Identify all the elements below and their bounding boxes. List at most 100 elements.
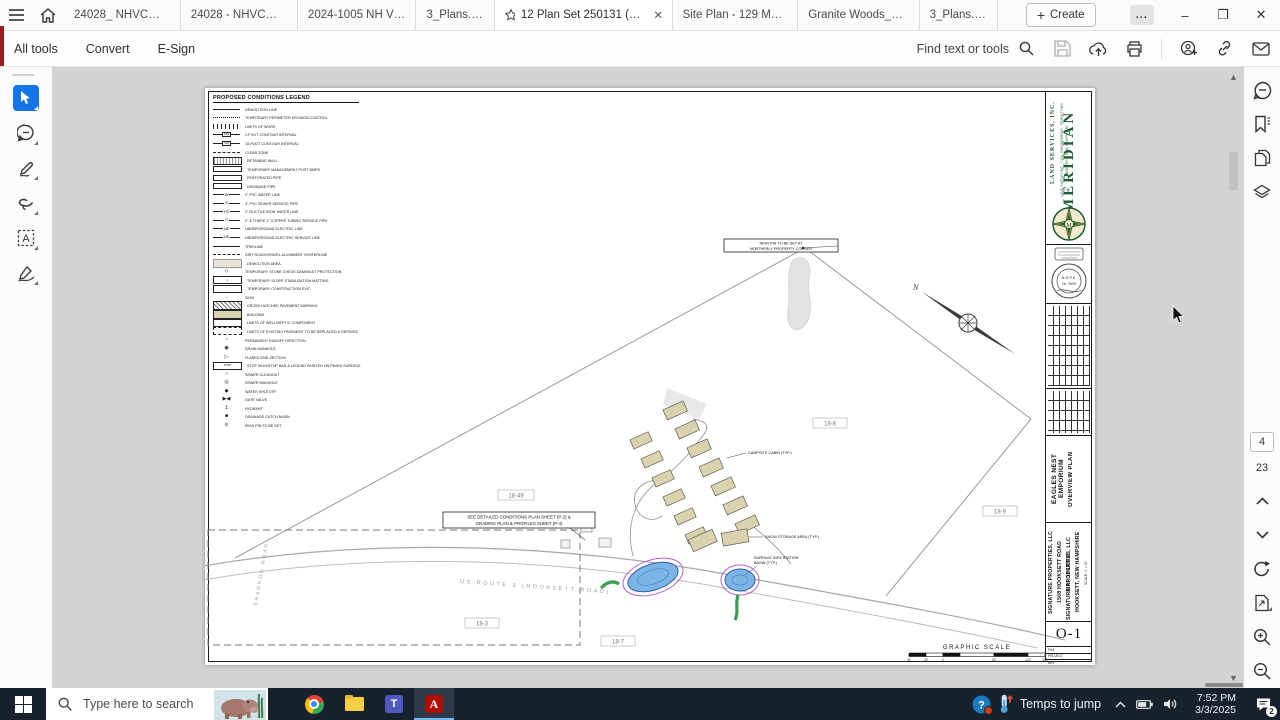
taskbar-search-box[interactable]	[46, 688, 268, 720]
legend-symbol: ◇	[213, 268, 240, 275]
scroll-up-arrow[interactable]: ▲	[1227, 70, 1240, 83]
close-tab-icon[interactable]: ✕	[653, 8, 661, 22]
pdf-page[interactable]: PROPOSED CONDITIONS LEGEND DEMOLITION LI…	[205, 88, 1095, 665]
toolbar-divider	[1161, 39, 1162, 59]
lasso-tool-button[interactable]	[13, 190, 39, 216]
start-button[interactable]	[0, 688, 46, 720]
next-page-button[interactable]	[1252, 525, 1272, 545]
legend-symbol	[213, 157, 242, 165]
taskbar-teams-button[interactable]: T	[374, 688, 414, 720]
zoom-in-button[interactable]	[1252, 627, 1272, 647]
email-button[interactable]	[1251, 39, 1270, 58]
search-input[interactable]	[81, 696, 225, 712]
request-signatures-button[interactable]	[1179, 39, 1198, 58]
legend-row: ⊙ IRON PIN TO BE SET	[213, 421, 381, 430]
zoom-out-button[interactable]	[1252, 661, 1272, 681]
volume-icon[interactable]	[1163, 698, 1177, 710]
taskbar-acrobat-button[interactable]: A	[414, 688, 454, 720]
document-canvas[interactable]: PROPOSED CONDITIONS LEGEND DEMOLITION LI…	[52, 66, 1228, 688]
legend-row: DEMOLITION LINE	[213, 105, 381, 114]
select-tool-button[interactable]	[13, 85, 39, 111]
draw-tool-button[interactable]	[13, 155, 39, 181]
legend-row: DEMOLITION AREA	[213, 259, 381, 268]
find-text-or-tools[interactable]: Find text or tools	[917, 39, 1036, 58]
help-tray-button[interactable]: ?	[965, 688, 999, 720]
vertical-scrollbar[interactable]: ▲ ▼	[1227, 66, 1240, 688]
taskbar-clock[interactable]: 7:52 PM 3/3/2025	[1195, 692, 1236, 716]
weather-widget[interactable]: Temps to jump	[999, 694, 1101, 714]
tab-document-6[interactable]: Site Plan - 129 Merr...	[673, 0, 799, 30]
legend-row: ○ SEWER CLEANOUT	[213, 370, 381, 379]
legend-row: RETAINING WALL	[213, 156, 381, 165]
home-button[interactable]	[32, 0, 64, 30]
tab-document-5-active[interactable]: 12 Plan Set 250131 (Redu... ✕	[495, 0, 673, 30]
weather-label: Temps to jump	[1020, 697, 1101, 711]
app-menu-button[interactable]	[0, 0, 32, 30]
more-options-button[interactable]: ...	[1130, 5, 1154, 25]
svg-text:SHANNON ROAD: SHANNON ROAD	[253, 541, 270, 606]
rotate-page-button[interactable]	[1252, 559, 1272, 579]
legend-symbol: 100	[213, 131, 240, 138]
esign-menu[interactable]: E-Sign	[158, 42, 196, 56]
tab-document-1[interactable]: 24028_ NHVCW -...	[64, 0, 181, 30]
close-button[interactable]: ✕	[1242, 0, 1280, 30]
legend-row: ◉ DRAIN MANHOLE	[213, 344, 381, 353]
svg-text:US ROUTE 3 (HOOKSETT ROAD): US ROUTE 3 (HOOKSETT ROAD)	[460, 579, 611, 596]
bookmarks-panel-button[interactable]	[1252, 114, 1272, 134]
layers-panel-button[interactable]	[1252, 182, 1272, 202]
scrollbar-thumb[interactable]	[1229, 152, 1238, 190]
legend-row: 110 10-FOOT CONTOUR INTERVAL	[213, 139, 381, 148]
legend-row: LIMITS OF WORK	[213, 122, 381, 131]
lasso-loop-icon	[17, 196, 35, 211]
legend-row: ◆ WATER SHUTOFF	[213, 387, 381, 396]
home-icon	[40, 8, 56, 23]
taskbar-file-explorer-button[interactable]	[334, 688, 374, 720]
tab-document-8[interactable]: 3_Plans.pdf	[920, 0, 998, 30]
legend-symbol: ▷	[213, 354, 240, 361]
create-button[interactable]: + Create	[1026, 3, 1096, 27]
legend-symbol: UE	[213, 225, 240, 232]
battery-icon[interactable]	[1136, 700, 1153, 709]
minimize-button[interactable]: –	[1166, 0, 1204, 30]
fill-sign-tool-button[interactable]	[13, 260, 39, 286]
legend-symbol: S	[213, 200, 240, 207]
svg-text:18-9: 18-9	[994, 510, 1007, 516]
tray-chevron-icon[interactable]	[1115, 701, 1126, 708]
save-button[interactable]	[1053, 39, 1072, 58]
comments-panel-button[interactable]	[1252, 80, 1272, 100]
convert-menu[interactable]: Convert	[86, 42, 130, 56]
all-tools-menu[interactable]: All tools	[14, 42, 58, 56]
restore-button[interactable]: ❐	[1204, 0, 1242, 30]
cloud-upload-button[interactable]	[1089, 39, 1108, 58]
horizontal-scrollbar-thumb[interactable]	[1205, 683, 1243, 687]
comment-tool-button[interactable]	[13, 120, 39, 146]
page-thumbnails-button[interactable]	[1252, 148, 1272, 168]
legend-symbol: ◆	[213, 388, 240, 395]
legend-row: → SIGN	[213, 293, 381, 302]
svg-text:BASIN (TYP.): BASIN (TYP.)	[754, 561, 778, 565]
svg-text:30: 30	[924, 658, 928, 662]
teams-icon: T	[385, 695, 403, 713]
legend-symbol	[213, 106, 240, 113]
taskbar-chrome-button[interactable]	[294, 688, 334, 720]
fit-page-button[interactable]	[1252, 593, 1272, 613]
current-page-input[interactable]: 4	[1250, 432, 1274, 452]
search-highlight-hippo-image[interactable]	[214, 690, 266, 720]
time-label: 7:52 PM	[1195, 692, 1236, 704]
legend-row: PERFORATED PIPE	[213, 173, 381, 182]
share-link-button[interactable]	[1215, 39, 1234, 58]
windows-taskbar: T A ? Temps to jump	[0, 688, 1280, 720]
tab-document-4[interactable]: 3_Plans.pdf	[416, 0, 494, 30]
action-center-button[interactable]: 2	[1246, 688, 1280, 720]
legend-symbol	[213, 149, 240, 156]
tab-document-7[interactable]: Granite Woods_Su...	[798, 0, 919, 30]
legend-row: TREELINE	[213, 242, 381, 251]
previous-page-button[interactable]	[1252, 491, 1272, 511]
tab-document-2[interactable]: 24028 - NHVCW -...	[181, 0, 298, 30]
star-icon[interactable]	[505, 9, 515, 21]
add-text-tool-button[interactable]: A	[13, 225, 39, 251]
left-tool-rail: A	[0, 66, 52, 688]
print-button[interactable]	[1125, 39, 1144, 58]
tab-document-3[interactable]: 2024-1005 NH VC...	[298, 0, 417, 30]
svg-text:N.H.P.E.: N.H.P.E.	[1061, 275, 1076, 280]
